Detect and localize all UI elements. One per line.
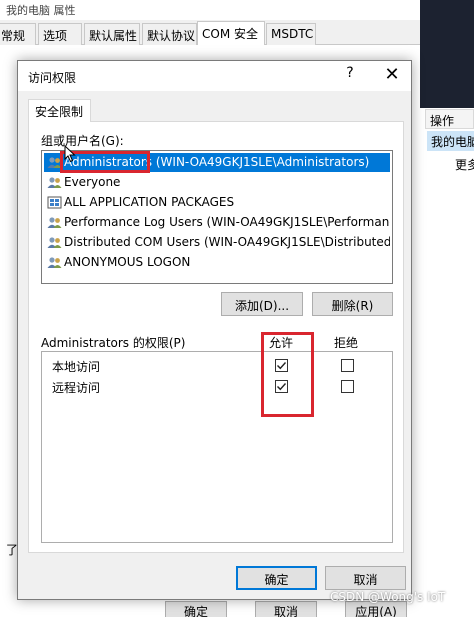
background-tab-com-security[interactable]: COM 安全 <box>197 21 265 46</box>
background-tab-options[interactable]: 选项 <box>38 23 82 45</box>
background-cancel-button[interactable]: 取消 <box>255 601 317 617</box>
background-tab-default-protocols[interactable]: 默认协议 <box>142 23 197 45</box>
group-icon <box>47 257 62 268</box>
mmc-selected-row[interactable]: 我的电脑 <box>427 131 474 151</box>
list-item-distributed-com-users[interactable]: Distributed COM Users (WIN-OA49GKJ1SLE\D… <box>44 233 390 252</box>
local-access-deny-checkbox[interactable] <box>341 359 354 372</box>
mmc-dark-strip <box>420 0 474 108</box>
highlight-allow-column <box>261 332 314 417</box>
ok-button[interactable]: 确定 <box>236 566 317 590</box>
permission-local-access-label: 本地访问 <box>52 360 101 374</box>
background-ok-button[interactable]: 确定 <box>165 601 227 617</box>
background-tab-msdtc[interactable]: MSDTC <box>266 23 316 45</box>
mmc-actions-header: 操作 <box>425 109 474 129</box>
cancel-button[interactable]: 取消 <box>325 566 406 590</box>
permissions-list: 本地访问 远程访问 <box>41 351 393 543</box>
group-icon <box>47 177 62 188</box>
mouse-cursor-icon <box>64 145 76 163</box>
background-window-title: 我的电脑 属性 <box>0 0 420 20</box>
permission-remote-access-label: 远程访问 <box>52 381 101 395</box>
principal-name: ANONYMOUS LOGON <box>64 255 191 269</box>
principal-name: Performance Log Users (WIN-OA49GKJ1SLE\P… <box>64 215 390 229</box>
remote-access-deny-checkbox[interactable] <box>341 380 354 393</box>
list-item-performance-log-users[interactable]: Performance Log Users (WIN-OA49GKJ1SLE\P… <box>44 213 390 232</box>
dialog-title: 访问权限 <box>28 71 77 85</box>
add-button[interactable]: 添加(D)... <box>221 292 303 316</box>
tab-security-limits[interactable]: 安全限制 <box>28 99 91 122</box>
list-item-anonymous-logon[interactable]: ANONYMOUS LOGON <box>44 253 390 272</box>
group-or-user-label: 组或用户名(G): <box>41 134 124 148</box>
background-tab-default-properties[interactable]: 默认属性 <box>84 23 140 45</box>
packages-icon <box>47 196 62 209</box>
help-icon[interactable]: ? <box>340 65 360 87</box>
deny-header: 拒绝 <box>334 336 359 350</box>
background-tab-strip: 常规 选项 默认属性 默认协议 COM 安全 MSDTC <box>0 21 420 46</box>
principal-name: Everyone <box>64 175 121 189</box>
group-icon <box>47 237 62 248</box>
close-icon[interactable]: ✕ <box>380 64 404 88</box>
background-tab-general[interactable]: 常规 <box>0 23 36 45</box>
access-permission-dialog: 访问权限 ? ✕ 安全限制 组或用户名(G): Administrators (… <box>17 60 412 600</box>
list-item-all-application-packages[interactable]: ALL APPLICATION PACKAGES <box>44 193 390 212</box>
remove-button[interactable]: 删除(R) <box>312 292 393 316</box>
permissions-label: Administrators 的权限(P) <box>41 336 186 350</box>
watermark: CSDN @Wong's IoT <box>330 590 446 604</box>
group-icon <box>47 217 62 228</box>
dialog-titlebar: 访问权限 ? ✕ <box>18 61 411 91</box>
mmc-more-actions[interactable]: 更多 <box>455 156 474 173</box>
principal-name: Distributed COM Users (WIN-OA49GKJ1SLE\D… <box>64 235 390 249</box>
principal-name: ALL APPLICATION PACKAGES <box>64 195 235 209</box>
security-limits-panel: 组或用户名(G): Administrators (WIN-OA49GKJ1SL… <box>28 121 404 553</box>
list-item-everyone[interactable]: Everyone <box>44 173 390 192</box>
